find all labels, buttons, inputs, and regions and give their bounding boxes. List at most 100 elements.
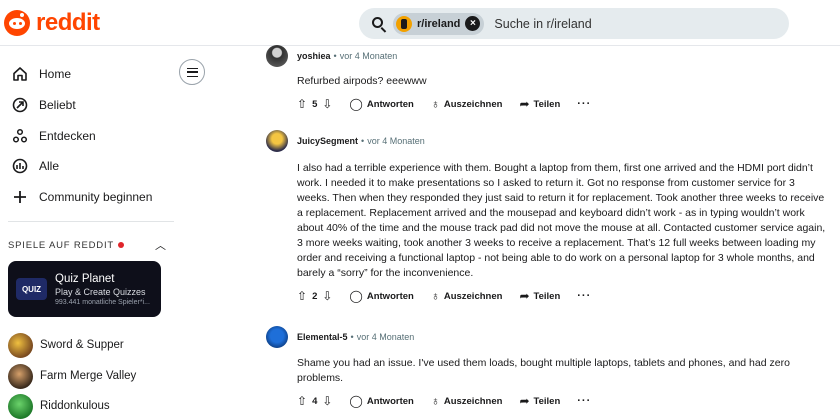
subreddit-chip[interactable]: r/ireland × xyxy=(393,12,485,35)
comment-icon: ◯ xyxy=(349,394,363,408)
award-icon: ♁ xyxy=(430,394,440,408)
upvote-icon[interactable]: ⇧ xyxy=(297,97,307,111)
top-bar: reddit r/ireland × Suche in r/ireland xyxy=(0,0,840,46)
award-button[interactable]: ♁ Auszeichnen xyxy=(431,97,503,111)
game-item-sword-supper[interactable]: Sword & Supper xyxy=(8,331,168,359)
quiz-planet-logo: QUIZ xyxy=(16,278,47,300)
vote-control: ⇧ 5 ⇩ xyxy=(297,97,332,111)
separator-dot: • xyxy=(361,136,365,146)
games-section-header[interactable]: SPIELE AUF REDDIT ︿ xyxy=(8,235,166,255)
vote-control: ⇧ 2 ⇩ xyxy=(297,289,332,303)
comment: yoshiea • vor 4 Monaten Refurbed airpods… xyxy=(266,45,826,114)
downvote-icon[interactable]: ⇩ xyxy=(322,394,332,408)
explore-icon xyxy=(10,126,30,146)
comment-timestamp: vor 4 Monaten xyxy=(367,136,425,146)
all-icon xyxy=(10,156,30,176)
more-options-button[interactable]: ··· xyxy=(577,98,591,110)
sidebar-item-label: Alle xyxy=(39,159,60,173)
separator-dot: • xyxy=(350,332,354,342)
game-avatar xyxy=(8,363,33,389)
reply-button[interactable]: ◯ Antworten xyxy=(349,97,413,111)
vote-count: 4 xyxy=(312,395,318,407)
search-input[interactable]: Suche in r/ireland xyxy=(494,17,591,31)
live-dot-icon xyxy=(117,242,124,248)
user-avatar[interactable] xyxy=(266,130,288,152)
sidebar-divider xyxy=(8,221,174,222)
search-bar[interactable]: r/ireland × Suche in r/ireland xyxy=(359,8,789,39)
reply-button[interactable]: ◯ Antworten xyxy=(349,394,413,408)
comment-timestamp: vor 4 Monaten xyxy=(356,332,415,342)
comment-username[interactable]: JuicySegment xyxy=(297,136,358,146)
share-button[interactable]: ➦ Teilen xyxy=(519,289,560,303)
more-options-button[interactable]: ··· xyxy=(577,395,591,407)
collapse-sidebar-button[interactable] xyxy=(179,59,205,85)
game-item-farm-merge-valley[interactable]: Farm Merge Valley xyxy=(8,362,168,390)
sidebar-item-all[interactable]: Alle xyxy=(0,151,174,181)
user-avatar[interactable] xyxy=(266,45,288,67)
separator-dot: • xyxy=(333,51,337,61)
vote-count: 2 xyxy=(312,290,318,302)
share-button[interactable]: ➦ Teilen xyxy=(519,97,560,111)
share-icon: ➦ xyxy=(519,394,530,408)
reddit-snoo-icon xyxy=(4,10,30,36)
game-subtitle: Play & Create Quizzes xyxy=(55,286,146,297)
game-name: Quiz Planet xyxy=(55,272,115,285)
logo-text: reddit xyxy=(36,9,100,36)
search-icon xyxy=(371,16,387,33)
vote-control: ⇧ 4 ⇩ xyxy=(297,394,332,408)
downvote-icon[interactable]: ⇩ xyxy=(322,289,332,303)
games-section-title: SPIELE AUF REDDIT xyxy=(8,240,124,251)
upvote-icon[interactable]: ⇧ xyxy=(297,394,307,408)
chevron-up-icon[interactable]: ︿ xyxy=(155,237,166,253)
sidebar-item-label: Community beginnen xyxy=(39,190,153,204)
comment-username[interactable]: Elemental-5 xyxy=(297,332,348,342)
comment-actions: ⇧ 5 ⇩ ◯ Antworten ♁ Auszeichnen ➦ Teilen ··… xyxy=(297,94,826,114)
reddit-logo[interactable]: reddit xyxy=(4,9,100,36)
upvote-icon[interactable]: ⇧ xyxy=(297,289,307,303)
user-avatar[interactable] xyxy=(266,326,288,348)
sidebar-item-label: Entdecken xyxy=(39,129,96,143)
comment-body: Refurbed airpods? eeewww xyxy=(297,75,427,87)
game-avatar xyxy=(8,393,33,419)
award-icon: ♁ xyxy=(430,289,440,303)
comment-body: I also had a terrible experience with th… xyxy=(297,162,826,279)
share-icon: ➦ xyxy=(519,97,530,111)
sidebar-item-explore[interactable]: Entdecken xyxy=(0,121,174,151)
plus-icon xyxy=(10,187,30,207)
comment-icon: ◯ xyxy=(349,289,363,303)
game-item-label: Sword & Supper xyxy=(40,339,124,351)
comment-actions: ⇧ 2 ⇩ ◯ Antworten ♁ Auszeichnen ➦ Teilen ··… xyxy=(297,286,826,306)
reply-button[interactable]: ◯ Antworten xyxy=(349,289,413,303)
comment-body: Shame you had an issue. I've used them l… xyxy=(297,357,790,384)
more-options-button[interactable]: ··· xyxy=(577,290,591,302)
share-button[interactable]: ➦ Teilen xyxy=(519,394,560,408)
comment: Elemental-5 • vor 4 Monaten Shame you ha… xyxy=(266,326,826,411)
subreddit-chip-label: r/ireland xyxy=(417,17,461,30)
popular-icon xyxy=(10,95,30,115)
menu-icon xyxy=(186,67,198,77)
sidebar-item-start-community[interactable]: Community beginnen xyxy=(0,182,174,212)
featured-game-card[interactable]: QUIZ Quiz Planet Play & Create Quizzes 9… xyxy=(8,261,161,317)
downvote-icon[interactable]: ⇩ xyxy=(322,97,332,111)
game-item-riddonkulous[interactable]: Riddonkulous xyxy=(8,392,168,420)
sidebar-item-label: Beliebt xyxy=(39,98,76,112)
game-player-count: 993.441 monatliche Spieler*i... xyxy=(55,298,150,306)
comment: JuicySegment • vor 4 Monaten I also had … xyxy=(266,130,826,306)
game-avatar xyxy=(8,332,33,358)
home-icon xyxy=(10,64,30,84)
share-icon: ➦ xyxy=(519,289,530,303)
award-button[interactable]: ♁ Auszeichnen xyxy=(431,394,503,408)
sidebar-item-label: Home xyxy=(39,67,72,81)
subreddit-avatar-icon xyxy=(396,15,412,32)
comment-icon: ◯ xyxy=(349,97,363,111)
award-icon: ♁ xyxy=(430,97,440,111)
sidebar-item-popular[interactable]: Beliebt xyxy=(0,90,174,120)
vote-count: 5 xyxy=(312,98,318,110)
left-sidebar: Home Beliebt Entdecken Alle Community be… xyxy=(0,46,174,420)
game-item-label: Farm Merge Valley xyxy=(40,370,137,382)
award-button[interactable]: ♁ Auszeichnen xyxy=(431,289,503,303)
comment-username[interactable]: yoshiea xyxy=(297,51,331,61)
sidebar-item-home[interactable]: Home xyxy=(0,59,174,89)
comment-timestamp: vor 4 Monaten xyxy=(339,51,398,61)
close-icon[interactable]: × xyxy=(465,16,481,31)
